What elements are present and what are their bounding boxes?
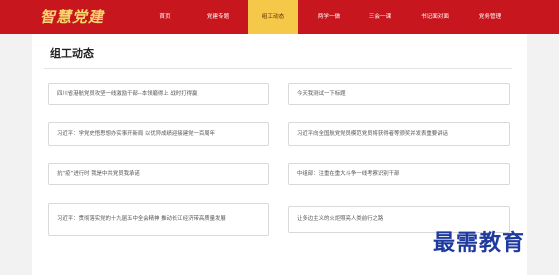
nav-secretary-face-to-face[interactable]: 书记面对面 [412,0,458,34]
nav-party-affairs-management[interactable]: 党务管理 [470,0,510,34]
title-divider [44,68,512,69]
watermark-text: 最需教育 [433,230,526,256]
nav-three-meetings-one-lesson[interactable]: 三会一课 [360,0,400,34]
nav-home[interactable]: 首页 [150,0,180,34]
page-title: 组工动态 [50,47,94,60]
news-card[interactable]: 习近平：学党史悟思想办实事开新局 以优异成绩迎接建党一百周年 [48,122,269,146]
news-card[interactable]: 抗“疫”进行时 我是中共党员我承诺 [48,163,269,185]
nav-party-topics[interactable]: 党建专题 [198,0,238,34]
news-card[interactable]: 习近平：贯彻落实党的十九届五中全会精神 推动长江经济带高质量发展 [48,203,269,236]
news-card[interactable]: 四川省港航党员攻坚一线激励干部--本领磨得上 战时打得赢 [48,83,269,105]
news-card[interactable]: 中组部：注重在重大斗争一线考察识别干部 [288,163,510,185]
nav-organization-news[interactable]: 组工动态 [248,0,298,34]
site-logo[interactable]: 智慧党建 [40,5,104,29]
top-navigation-bar: 智慧党建 首页 党建专题 组工动态 两学一做 三会一课 书记面对面 党务管理 [0,0,559,34]
nav-two-studies-one-action[interactable]: 两学一做 [309,0,349,34]
news-card[interactable]: 今天我测试一下标题 [288,83,510,105]
news-card[interactable]: 习近平向全国航党党员模范党员将获得者等颁奖并发表重要讲话 [288,122,510,146]
